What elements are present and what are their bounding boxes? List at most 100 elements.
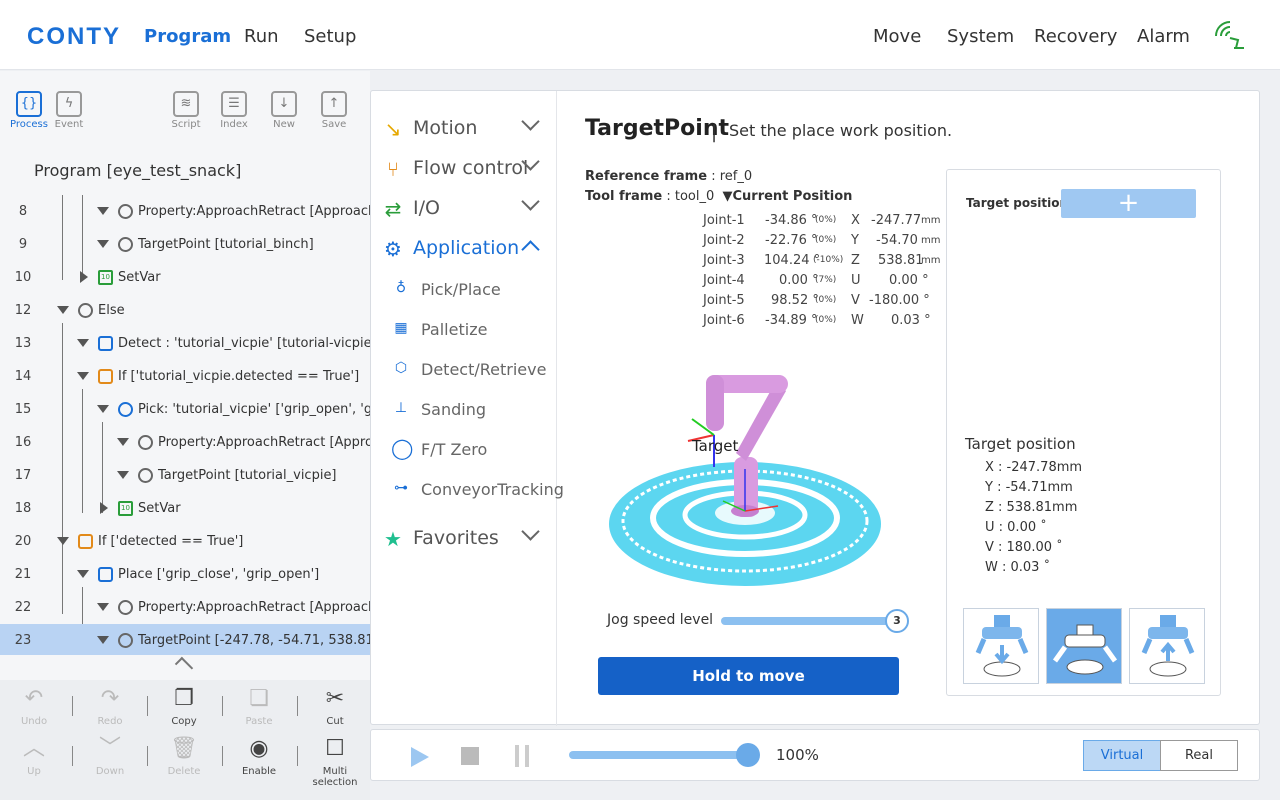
run-speed-slider-knob[interactable] — [736, 743, 760, 767]
pause-icon[interactable] — [515, 745, 529, 767]
jog-speed-label: Jog speed level — [607, 612, 714, 628]
submenu-palletize[interactable]: ▦ Palletize — [391, 312, 561, 348]
nav-program[interactable]: Program — [144, 26, 231, 47]
paste-button[interactable]: ❏ Paste — [229, 686, 289, 727]
star-icon: ★ — [384, 527, 402, 551]
tree-row[interactable]: 9 TargetPoint [tutorial_binch] — [0, 228, 370, 261]
new-button[interactable]: ↓ New — [264, 91, 304, 130]
nav-system[interactable]: System — [947, 26, 1014, 47]
expand-icon[interactable] — [97, 207, 109, 215]
tree-row[interactable]: 22 Property:ApproachRetract [Approach : … — [0, 591, 370, 624]
ring-icon: ◯ — [391, 436, 414, 460]
tree-row[interactable]: 20 If ['detected == True'] — [0, 525, 370, 558]
jog-speed-slider-knob[interactable]: 3 — [885, 609, 909, 633]
multi-selection-button[interactable]: ☐ Multi selection — [305, 736, 365, 788]
expand-icon[interactable] — [117, 471, 129, 479]
down-button[interactable]: ﹀ Down — [80, 736, 140, 777]
run-speed-slider-track[interactable] — [569, 751, 751, 759]
up-button[interactable]: ︿ Up — [4, 736, 64, 777]
chevron-down-icon — [521, 112, 540, 131]
menu-application[interactable]: ⚙ Application — [379, 229, 557, 269]
nav-recovery[interactable]: Recovery — [1034, 26, 1117, 47]
nav-run[interactable]: Run — [244, 26, 279, 47]
nav-alarm[interactable]: Alarm — [1137, 26, 1190, 47]
nav-setup[interactable]: Setup — [304, 26, 356, 47]
expand-icon[interactable] — [117, 438, 129, 446]
expand-icon[interactable] — [97, 240, 109, 248]
play-icon[interactable] — [411, 747, 429, 767]
pick-place-icon: ♁ — [395, 280, 407, 296]
save-button[interactable]: ↑ Save — [314, 91, 354, 130]
redo-button[interactable]: ↷ Redo — [80, 686, 140, 727]
menu-motion[interactable]: ↘ Motion — [379, 109, 557, 149]
sanding-icon: ⊥ — [394, 400, 408, 416]
process-tab[interactable]: {} Process — [9, 91, 49, 130]
expand-icon[interactable] — [97, 405, 109, 413]
menu-io[interactable]: ⇄ I/O — [379, 189, 557, 229]
tree-row[interactable]: 15 Pick: 'tutorial_vicpie' ['grip_open',… — [0, 393, 370, 426]
submenu-detect-retrieve[interactable]: ⬡ Detect/Retrieve — [391, 352, 561, 388]
reference-frame: Reference frame : ref_0 — [585, 169, 753, 184]
enable-button[interactable]: ◉ Enable — [229, 736, 289, 777]
tree-row[interactable]: 8 Property:ApproachRetract [Approach : 1… — [0, 195, 370, 228]
expand-icon[interactable] — [77, 372, 89, 380]
joint-row: Joint-5 98.52 ° (0%) V -180.00 ° — [703, 293, 930, 308]
script-icon: ≋ — [173, 91, 199, 117]
tree-row[interactable]: 14 If ['tutorial_vicpie.detected == True… — [0, 360, 370, 393]
tree-row-selected[interactable]: 23 TargetPoint [-247.78, -54.71, 538.81,… — [0, 624, 370, 655]
expand-icon[interactable] — [97, 636, 109, 644]
edit-toolbar: ↶ Undo ↷ Redo ❐ Copy ❏ Paste ✂ Cut ︿ Up ﹀ Down … — [0, 680, 370, 800]
submenu-ft-zero[interactable]: ◯ F/T Zero — [391, 432, 561, 468]
tree-row[interactable]: 12 Else — [0, 294, 370, 327]
tree-row[interactable]: 18 10 SetVar — [0, 492, 370, 525]
add-target-button[interactable]: + — [1061, 189, 1196, 218]
expand-icon[interactable] — [57, 306, 69, 314]
collapsed-icon[interactable] — [100, 502, 108, 514]
copy-button[interactable]: ❐ Copy — [154, 686, 214, 727]
hold-to-move-button[interactable]: Hold to move — [598, 657, 899, 695]
submenu-pick-place[interactable]: ♁ Pick/Place — [391, 272, 561, 308]
index-icon: ☰ — [221, 91, 247, 117]
command-description: Set the place work position. — [729, 121, 953, 140]
joint-row: Joint-4 0.00 ° (7%) U 0.00 ° — [703, 273, 929, 288]
expand-icon[interactable] — [77, 339, 89, 347]
tree-row[interactable]: 21 Place ['grip_close', 'grip_open'] — [0, 558, 370, 591]
expand-icon[interactable] — [57, 537, 69, 545]
current-position-toggle[interactable]: ▼Current Position — [723, 189, 853, 204]
delete-button[interactable]: 🗑 Delete — [154, 736, 214, 777]
detect-icon — [98, 336, 113, 351]
stop-icon[interactable] — [461, 747, 479, 765]
menu-favorites[interactable]: ★ Favorites — [379, 519, 557, 559]
jog-speed-slider-track[interactable] — [721, 617, 901, 625]
nav-move[interactable]: Move — [873, 26, 921, 47]
collapse-chevron-icon[interactable] — [174, 656, 194, 676]
tree-row[interactable]: 16 Property:ApproachRetract [Approach — [0, 426, 370, 459]
menu-flow-control[interactable]: ⑂ Flow control — [379, 149, 557, 189]
expand-icon[interactable] — [97, 603, 109, 611]
if-icon — [78, 534, 93, 549]
submenu-sanding[interactable]: ⊥ Sanding — [391, 392, 561, 428]
mode-virtual-button[interactable]: Virtual — [1083, 740, 1161, 771]
collapsed-icon[interactable] — [80, 271, 88, 283]
event-tab[interactable]: ϟ Event — [49, 91, 89, 130]
mode-real-button[interactable]: Real — [1160, 740, 1238, 771]
index-button[interactable]: ☰ Index — [214, 91, 254, 130]
robot-3d-view[interactable]: Target — [608, 361, 898, 591]
gripper-pick-option[interactable] — [963, 608, 1039, 684]
tree-row[interactable]: 17 TargetPoint [tutorial_vicpie] — [0, 459, 370, 492]
tree-row[interactable]: 13 Detect : 'tutorial_vicpie' [tutorial-… — [0, 327, 370, 360]
cut-button[interactable]: ✂ Cut — [305, 686, 365, 727]
script-button[interactable]: ≋ Script — [166, 91, 206, 130]
undo-button[interactable]: ↶ Undo — [4, 686, 64, 727]
submenu-conveyor-tracking[interactable]: ⊶ ConveyorTracking — [391, 472, 564, 508]
robot-connection-icon[interactable] — [1212, 18, 1248, 54]
targetpoint-icon — [118, 237, 133, 252]
chevron-up-icon: ︿ — [22, 736, 45, 761]
gripper-retrieve-option[interactable] — [1129, 608, 1205, 684]
expand-icon[interactable] — [77, 570, 89, 578]
arrow-down-right-icon: ↘ — [384, 117, 402, 141]
tree-row[interactable]: 10 10 SetVar — [0, 261, 370, 294]
target-u: U : 0.00 ˚ — [985, 520, 1047, 535]
gripper-place-option[interactable] — [1046, 608, 1122, 684]
download-icon: ↓ — [271, 91, 297, 117]
